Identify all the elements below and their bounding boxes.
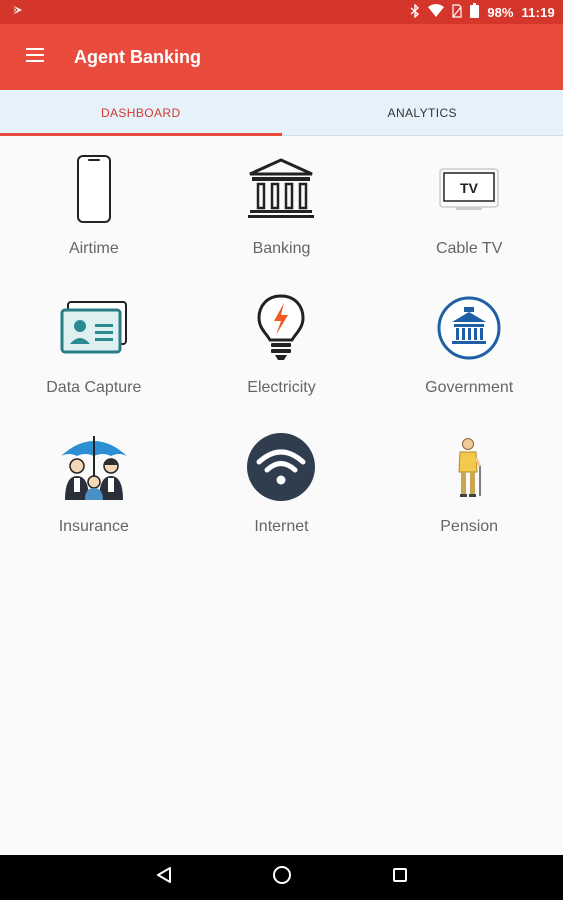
dashboard-item-government[interactable]: Government [375, 289, 563, 428]
home-circle-icon [272, 865, 292, 890]
family-umbrella-icon [52, 428, 136, 506]
id-card-icon [52, 289, 136, 367]
battery-icon [470, 3, 480, 21]
elderly-person-icon [427, 428, 511, 506]
app-bar: Agent Banking [0, 24, 563, 90]
home-button[interactable] [223, 855, 341, 900]
dashboard-item-label: Insurance [58, 518, 129, 535]
tab-analytics[interactable]: ANALYTICS [282, 90, 563, 135]
dashboard-item-label: Data Capture [46, 379, 142, 396]
dashboard-item-data-capture[interactable]: Data Capture [0, 289, 188, 428]
dashboard-item-label: Airtime [68, 240, 119, 257]
menu-button[interactable] [0, 24, 70, 90]
wifi-signal-icon [428, 4, 445, 20]
svg-text:TV: TV [460, 180, 479, 196]
dashboard-item-label: Internet [254, 518, 309, 535]
status-bar: 98% 11:19 [0, 0, 563, 24]
battery-percent: 98% [487, 4, 514, 20]
recents-button[interactable] [341, 855, 459, 900]
dashboard-item-banking[interactable]: Banking [188, 150, 376, 289]
dashboard-item-cable-tv[interactable]: TV Cable TV [375, 150, 563, 289]
dashboard-item-label: Pension [440, 518, 499, 535]
hamburger-menu-icon [26, 47, 44, 67]
app-title: Agent Banking [74, 46, 202, 67]
dashboard-grid: Airtime Banking TV Cable TV Data Capture… [0, 150, 563, 567]
bluetooth-icon [410, 2, 420, 21]
dashboard-item-label: Cable TV [435, 240, 503, 257]
mobile-phone-icon [52, 150, 136, 228]
dashboard-item-pension[interactable]: Pension [375, 428, 563, 567]
tab-bar: DASHBOARD ANALYTICS [0, 90, 563, 136]
dashboard-item-label: Government [425, 379, 514, 396]
dashboard-item-electricity[interactable]: Electricity [188, 289, 376, 428]
back-button[interactable] [105, 855, 223, 900]
bank-building-icon [239, 150, 323, 228]
dashboard-item-internet[interactable]: Internet [188, 428, 376, 567]
dashboard-item-label: Electricity [247, 379, 316, 396]
dashboard-item-label: Banking [252, 240, 311, 257]
tab-dashboard[interactable]: DASHBOARD [0, 90, 282, 136]
no-sim-icon [452, 3, 463, 21]
dashboard-item-insurance[interactable]: Insurance [0, 428, 188, 567]
clock: 11:19 [521, 4, 555, 20]
light-bulb-icon [239, 289, 323, 367]
government-building-icon [427, 289, 511, 367]
back-triangle-icon [156, 866, 172, 889]
tv-icon: TV [427, 150, 511, 228]
recents-square-icon [392, 867, 408, 888]
dashboard-item-airtime[interactable]: Airtime [0, 150, 188, 289]
app-notification-icon [10, 3, 24, 22]
wifi-icon [239, 428, 323, 506]
system-navigation-bar [0, 855, 563, 900]
